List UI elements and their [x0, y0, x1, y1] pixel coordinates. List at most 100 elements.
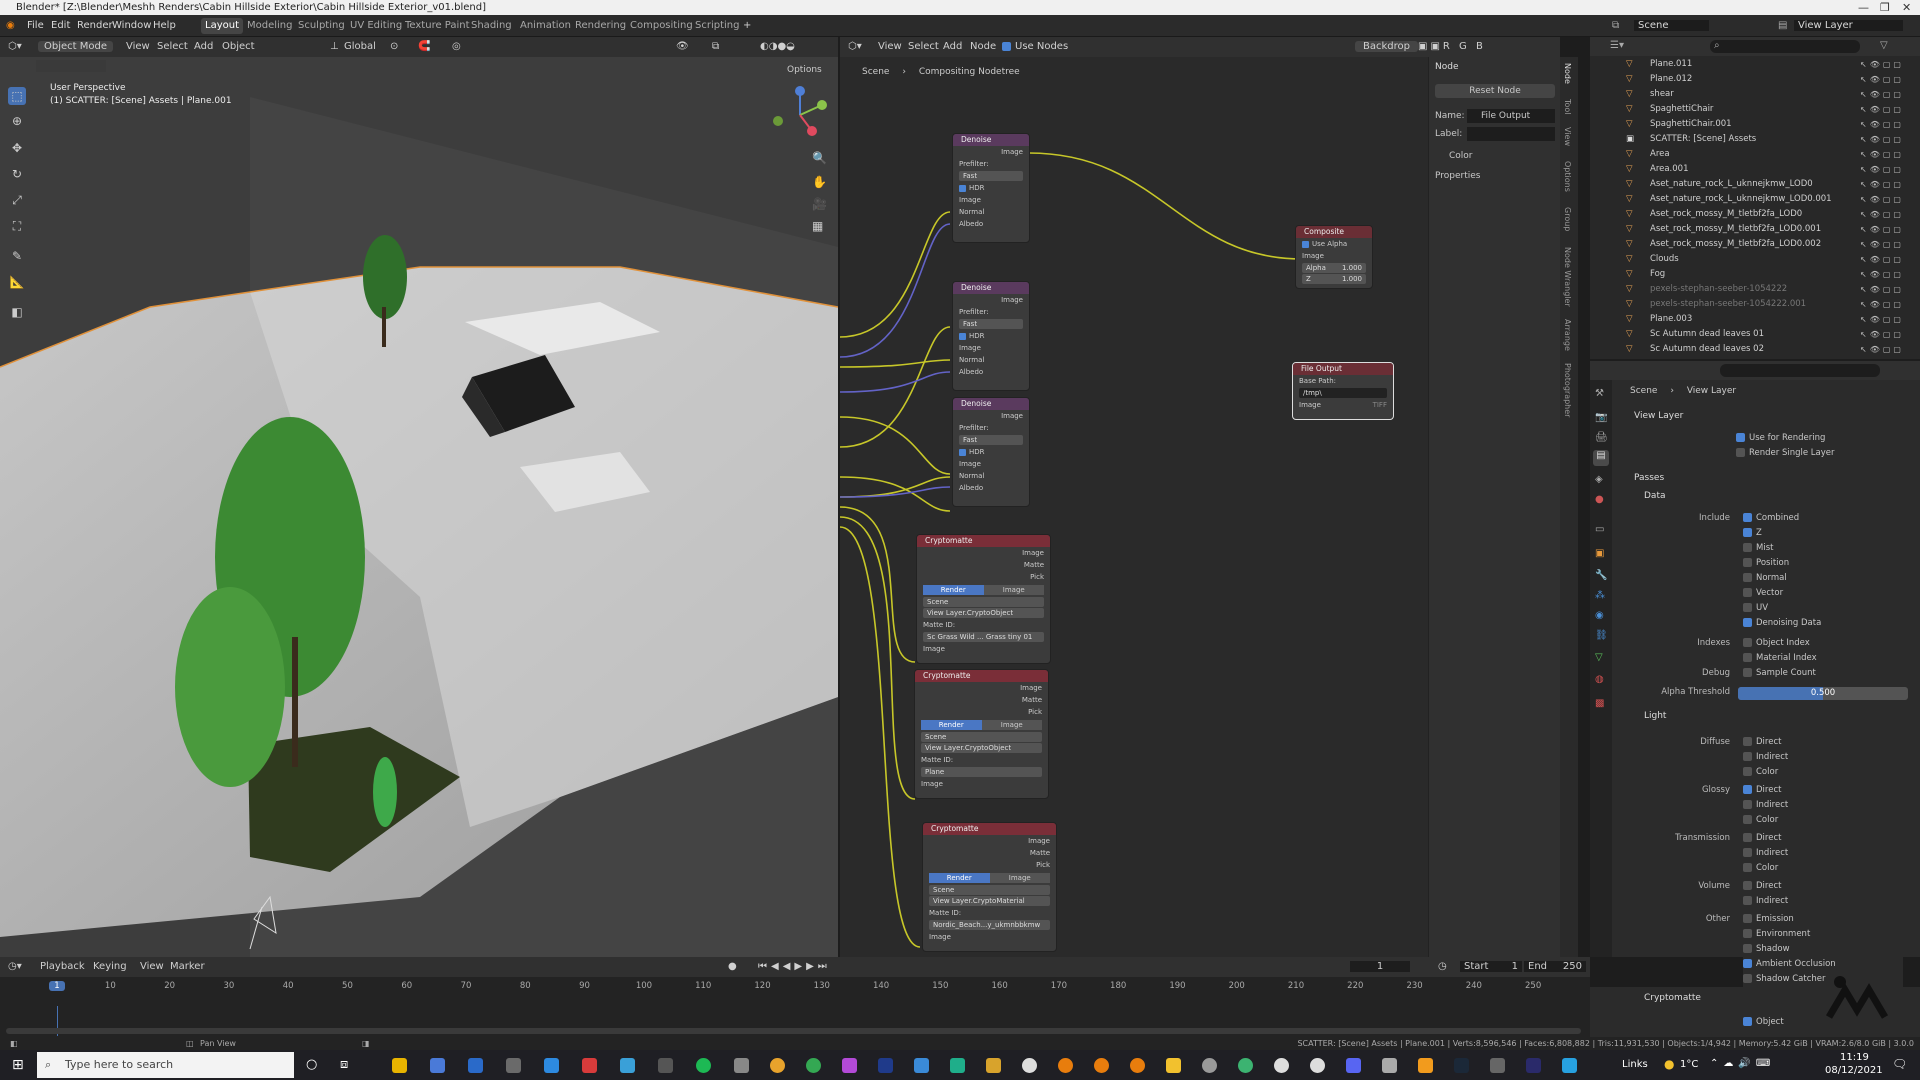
node-menu-view[interactable]: View — [878, 41, 902, 52]
outliner-item[interactable]: ▽ Aset_rock_mossy_M_tletbf2fa_LOD0.001 ↖👁▢… — [1590, 222, 1920, 237]
file-explorer-icon[interactable] — [392, 1058, 407, 1073]
outliner-item[interactable]: ▽ Aset_nature_rock_L_uknnejkmw_LOD0.001 ↖👁… — [1590, 192, 1920, 207]
pivot-icon[interactable]: ⊙ — [390, 41, 398, 52]
app-icon-1[interactable] — [430, 1058, 445, 1073]
diffuse-indirect-checkbox[interactable]: Indirect — [1743, 750, 1788, 765]
store-icon[interactable] — [468, 1058, 483, 1073]
outliner-editor-icon[interactable]: ☰▾ — [1610, 40, 1624, 51]
data-pass-checkbox[interactable]: Normal — [1743, 571, 1787, 586]
visibility-toggle-icons[interactable]: ↖👁▢▢ — [1860, 87, 1904, 102]
app-icon-15[interactable] — [1418, 1058, 1433, 1073]
passes-panel-header[interactable]: Passes — [1634, 473, 1664, 483]
scene-field[interactable]: Scene — [923, 597, 1044, 607]
alpha-threshold-slider[interactable]: 0.500 — [1738, 687, 1908, 700]
rotate-tool-icon[interactable]: ↻ — [8, 165, 26, 183]
outliner-item[interactable]: ▽ Area ↖👁▢▢ — [1590, 147, 1920, 162]
zoom-icon[interactable]: 🔍 — [812, 151, 827, 165]
matte-id-field[interactable]: Sc Grass Wild ... Grass tiny 01 — [923, 632, 1044, 642]
outliner-item[interactable]: ▽ Plane.011 ↖👁▢▢ — [1590, 57, 1920, 72]
proportional-edit-icon[interactable]: ◎ — [452, 41, 461, 52]
hdr-checkbox[interactable]: HDR — [953, 330, 1029, 342]
spotify-icon[interactable] — [696, 1058, 711, 1073]
visibility-toggle-icons[interactable]: ↖👁▢▢ — [1860, 177, 1904, 192]
hdr-checkbox[interactable]: HDR — [953, 446, 1029, 458]
premiere-icon[interactable] — [1526, 1058, 1541, 1073]
windows-start-icon[interactable]: ⊞ — [12, 1057, 24, 1073]
properties-search-input[interactable] — [1720, 364, 1880, 377]
node-menu-node[interactable]: Node — [970, 41, 996, 52]
tool-properties-icon[interactable]: ⚒ — [1595, 388, 1604, 399]
sidebar-tab-node[interactable]: Node — [1563, 63, 1572, 84]
source-tabs[interactable]: Render Image — [921, 720, 1042, 730]
app-icon-17[interactable] — [1562, 1058, 1577, 1073]
app-icon-4[interactable] — [620, 1058, 635, 1073]
sidebar-tab-group[interactable]: Group — [1563, 207, 1572, 231]
backdrop-button[interactable]: Backdrop — [1355, 41, 1418, 52]
maximize-icon[interactable]: ❐ — [1880, 0, 1890, 15]
use-alpha-checkbox[interactable]: Use Alpha — [1296, 238, 1372, 250]
particles-properties-icon[interactable]: ⁂ — [1595, 590, 1605, 601]
workspace-tab-rendering[interactable]: Rendering — [575, 20, 626, 31]
denoise-node-3[interactable]: Denoise Image Prefilter: Fast HDR Image … — [952, 397, 1030, 507]
photoshop-icon[interactable] — [878, 1058, 893, 1073]
render-single-layer-checkbox[interactable]: Render Single Layer — [1736, 446, 1835, 461]
workspace-tab-animation[interactable]: Animation — [520, 20, 571, 31]
outliner-item[interactable]: ▽ SpaghettiChair.001 ↖👁▢▢ — [1590, 117, 1920, 132]
outliner-item[interactable]: ▽ Sc Autumn dead leaves 01 ↖👁▢▢ — [1590, 327, 1920, 342]
workspace-tab-uv-editing[interactable]: UV Editing — [350, 20, 402, 31]
sticky-notes-icon[interactable] — [1166, 1058, 1181, 1073]
object-index-checkbox[interactable]: Object Index — [1743, 636, 1810, 651]
unreal-icon-2[interactable] — [1310, 1058, 1325, 1073]
playback-controls-icon[interactable]: ⏮◀◀▶▶⏭ — [758, 961, 831, 972]
properties-section[interactable]: Properties — [1435, 171, 1480, 181]
scene-properties-icon[interactable]: ◈ — [1595, 474, 1603, 485]
visibility-toggle-icons[interactable]: ↖👁▢▢ — [1860, 342, 1904, 357]
prefilter-dropdown[interactable]: Fast — [959, 171, 1023, 181]
diffuse-direct-checkbox[interactable]: Direct — [1743, 735, 1781, 750]
node-label-field[interactable] — [1467, 127, 1555, 141]
sidebar-tab-arrange[interactable]: Arrange — [1563, 319, 1572, 351]
properties-editor[interactable]: Scene › View Layer View Layer Use for Re… — [1590, 361, 1920, 957]
outliner-item[interactable]: ▽ Clouds ↖👁▢▢ — [1590, 252, 1920, 267]
data-pass-checkbox[interactable]: Vector — [1743, 586, 1783, 601]
viewport-menu-view[interactable]: View — [126, 41, 150, 52]
chrome-profile-icon[interactable] — [806, 1058, 821, 1073]
viewport-menu-add[interactable]: Add — [194, 41, 213, 52]
outliner-item[interactable]: ▽ Plane.012 ↖👁▢▢ — [1590, 72, 1920, 87]
app-icon-5[interactable] — [658, 1058, 673, 1073]
timeline-menu-marker[interactable]: Marker — [170, 961, 205, 972]
current-frame-field[interactable]: 1 — [1350, 961, 1410, 972]
outliner-item[interactable]: ▣ SCATTER: [Scene] Assets ↖👁▢▢ — [1590, 132, 1920, 147]
view-layer-properties-icon[interactable]: ▤ — [1593, 450, 1609, 466]
weather-temp[interactable]: 1°C — [1680, 1059, 1698, 1070]
shadow-checkbox[interactable]: Shadow — [1743, 942, 1790, 957]
outliner-item[interactable]: ▽ pexels-stephan-seeber-1054222.001 ↖👁▢▢ — [1590, 297, 1920, 312]
app-icon-8[interactable] — [914, 1058, 929, 1073]
node-menu-add[interactable]: Add — [943, 41, 962, 52]
visibility-toggle-icons[interactable]: ↖👁▢▢ — [1860, 132, 1904, 147]
material-index-checkbox[interactable]: Material Index — [1743, 651, 1817, 666]
steam-icon[interactable] — [1454, 1058, 1469, 1073]
overlays-icon[interactable]: ⧉ — [712, 41, 719, 52]
notifications-icon[interactable]: 🗨 — [1892, 1057, 1907, 1071]
move-tool-icon[interactable]: ✥ — [8, 139, 26, 157]
app-icon-6[interactable] — [734, 1058, 749, 1073]
diffuse-color-checkbox[interactable]: Color — [1743, 765, 1778, 780]
outliner-item[interactable]: ▽ SpaghettiChair ↖👁▢▢ — [1590, 102, 1920, 117]
pan-hand-icon[interactable]: ✋ — [812, 175, 827, 189]
volume-direct-checkbox[interactable]: Direct — [1743, 879, 1781, 894]
outliner-item[interactable]: ▽ pexels-stephan-seeber-1054222 ↖👁▢▢ — [1590, 282, 1920, 297]
transmission-direct-checkbox[interactable]: Direct — [1743, 831, 1781, 846]
viewport-menu-select[interactable]: Select — [157, 41, 188, 52]
node-name-field[interactable]: File Output — [1467, 109, 1555, 123]
scene-field[interactable]: Scene — [921, 732, 1042, 742]
node-menu-select[interactable]: Select — [908, 41, 939, 52]
physics-properties-icon[interactable]: ◉ — [1595, 610, 1604, 621]
task-view-icon[interactable]: ⧈ — [340, 1057, 348, 1072]
alpha-field[interactable]: Alpha 1.000 — [1302, 263, 1366, 273]
visibility-toggle-icons[interactable]: ↖👁▢▢ — [1860, 192, 1904, 207]
record-icon[interactable]: ● — [728, 961, 737, 972]
scene-field[interactable]: Scene — [929, 885, 1050, 895]
visibility-toggle-icons[interactable]: ↖👁▢▢ — [1860, 57, 1904, 72]
cryptomatte-node-1[interactable]: Cryptomatte Image Matte Pick Render Image… — [916, 534, 1051, 664]
